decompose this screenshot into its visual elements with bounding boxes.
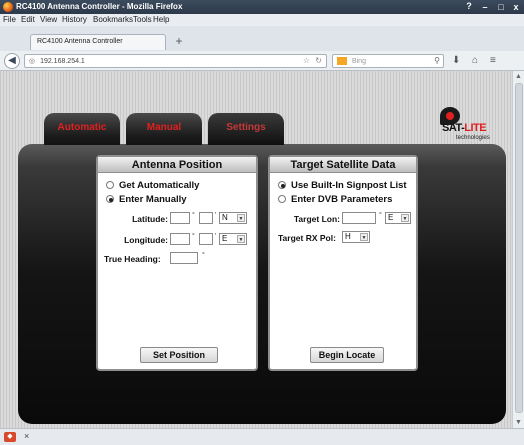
target-rx-pol-select[interactable]: H ▼ (342, 231, 370, 243)
close-window-button[interactable]: x (509, 1, 523, 13)
download-icon[interactable]: ⬇ (452, 55, 460, 66)
target-lon-direction-select[interactable]: E ▼ (385, 212, 411, 224)
scrollbar-thumb[interactable] (515, 83, 523, 413)
latitude-minutes-input[interactable] (199, 212, 213, 224)
tab-settings-label: Settings (226, 122, 266, 133)
menu-file[interactable]: File (3, 15, 16, 24)
longitude-label: Longitude: (124, 235, 168, 245)
latitude-degree-symbol: ° (192, 212, 195, 219)
menu-icon[interactable]: ≡ (490, 55, 496, 66)
tab-manual[interactable]: Manual (126, 113, 202, 145)
get-automatically-option[interactable]: Get Automatically (106, 180, 199, 191)
menu-bar: File Edit View History Bookmarks Tools H… (0, 14, 524, 26)
target-satellite-title: Target Satellite Data (270, 157, 416, 173)
tab-automatic-label: Automatic (57, 122, 107, 133)
latitude-direction-select[interactable]: N ▼ (219, 212, 247, 224)
menu-history[interactable]: History (62, 15, 87, 24)
latitude-degrees-input[interactable] (170, 212, 190, 224)
add-on-bar: ◆ × (0, 428, 524, 445)
true-heading-degree-symbol: ° (202, 252, 205, 259)
enter-manually-option[interactable]: Enter Manually (106, 194, 187, 205)
url-bar[interactable]: ◎ 192.168.254.1 ☆ ↻ (24, 54, 327, 68)
logo-subtitle: technologies (456, 135, 490, 141)
chevron-down-icon: ▼ (401, 214, 409, 222)
vertical-scrollbar[interactable]: ▲ ▼ (512, 71, 524, 428)
use-signpost-list-label: Use Built-In Signpost List (291, 180, 407, 191)
longitude-degrees-input[interactable] (170, 233, 190, 245)
use-signpost-list-option[interactable]: Use Built-In Signpost List (278, 180, 407, 191)
target-rx-pol-value: H (345, 232, 351, 241)
target-rx-pol-label: Target RX Pol: (278, 233, 336, 243)
sat-lite-logo: SAT-LITE technologies (432, 107, 490, 147)
close-addon-bar-button[interactable]: × (24, 431, 29, 441)
latitude-direction-value: N (222, 213, 228, 222)
scroll-up-icon[interactable]: ▲ (515, 73, 522, 80)
longitude-degree-symbol: ° (192, 233, 195, 240)
chevron-down-icon: ▼ (360, 233, 368, 241)
latitude-label: Latitude: (132, 214, 168, 224)
search-engine-icon[interactable] (337, 57, 347, 65)
menu-help[interactable]: Help (153, 15, 169, 24)
get-automatically-label: Get Automatically (119, 180, 200, 191)
true-heading-input[interactable] (170, 252, 198, 264)
search-icon[interactable]: ⚲ (434, 56, 440, 65)
new-tab-button[interactable]: + (172, 35, 186, 49)
enter-dvb-parameters-radio[interactable] (278, 195, 286, 203)
longitude-direction-value: E (222, 234, 228, 243)
globe-icon: ◎ (29, 58, 36, 65)
target-satellite-panel: Target Satellite Data Use Built-In Signp… (268, 155, 418, 371)
browser-tab-bar: RC4100 Antenna Controller + (0, 26, 524, 51)
help-button[interactable]: ? (462, 1, 476, 12)
true-heading-label: True Heading: (104, 254, 161, 264)
tab-automatic[interactable]: Automatic (44, 113, 120, 145)
app-stage (18, 144, 506, 424)
search-bar[interactable]: Bing ⚲ (332, 54, 444, 68)
target-lon-label: Target Lon: (293, 214, 340, 224)
target-lon-degree-symbol: ° (379, 212, 382, 219)
antenna-position-title: Antenna Position (98, 157, 256, 173)
window-titlebar: RC4100 Antenna Controller - Mozilla Fire… (0, 0, 524, 14)
minimize-button[interactable]: – (478, 1, 492, 13)
antenna-position-panel: Antenna Position Get Automatically Enter… (96, 155, 258, 371)
home-icon[interactable]: ⌂ (472, 55, 478, 66)
back-button[interactable]: ◀ (4, 53, 20, 69)
target-lon-direction-value: E (388, 213, 394, 222)
set-position-button[interactable]: Set Position (140, 347, 218, 363)
firefox-logo-icon (3, 2, 13, 12)
enter-dvb-parameters-option[interactable]: Enter DVB Parameters (278, 194, 392, 205)
begin-locate-button[interactable]: Begin Locate (310, 347, 384, 363)
scroll-down-icon[interactable]: ▼ (515, 419, 522, 426)
tab-manual-label: Manual (146, 122, 182, 133)
logo-brand: SAT-LITE (442, 122, 487, 134)
target-lon-input[interactable] (342, 212, 376, 224)
navigation-bar: ◀ ◎ 192.168.254.1 ☆ ↻ Bing ⚲ ⬇ ⌂ ≡ (0, 51, 524, 71)
longitude-direction-select[interactable]: E ▼ (219, 233, 247, 245)
menu-bookmarks[interactable]: Bookmarks (93, 15, 133, 24)
enter-dvb-parameters-label: Enter DVB Parameters (291, 194, 393, 205)
menu-tools[interactable]: Tools (133, 15, 152, 24)
latitude-minute-symbol: ' (215, 212, 217, 219)
chevron-down-icon: ▼ (237, 214, 245, 222)
maximize-button[interactable]: □ (494, 1, 508, 13)
longitude-minutes-input[interactable] (199, 233, 213, 245)
enter-manually-label: Enter Manually (119, 194, 187, 205)
addon-icon[interactable]: ◆ (4, 432, 16, 442)
chevron-down-icon: ▼ (237, 235, 245, 243)
menu-view[interactable]: View (40, 15, 57, 24)
tab-settings[interactable]: Settings (208, 113, 284, 145)
bookmark-star-icon[interactable]: ☆ (303, 56, 310, 65)
get-automatically-radio[interactable] (106, 181, 114, 189)
browser-tab-active[interactable]: RC4100 Antenna Controller (30, 34, 166, 50)
use-signpost-list-radio[interactable] (278, 181, 286, 189)
search-placeholder: Bing (351, 57, 366, 65)
reload-icon[interactable]: ↻ (315, 56, 322, 65)
url-text: 192.168.254.1 (40, 58, 85, 65)
menu-edit[interactable]: Edit (21, 15, 35, 24)
enter-manually-radio[interactable] (106, 195, 114, 203)
longitude-minute-symbol: ' (215, 233, 217, 240)
window-title: RC4100 Antenna Controller - Mozilla Fire… (16, 2, 183, 11)
